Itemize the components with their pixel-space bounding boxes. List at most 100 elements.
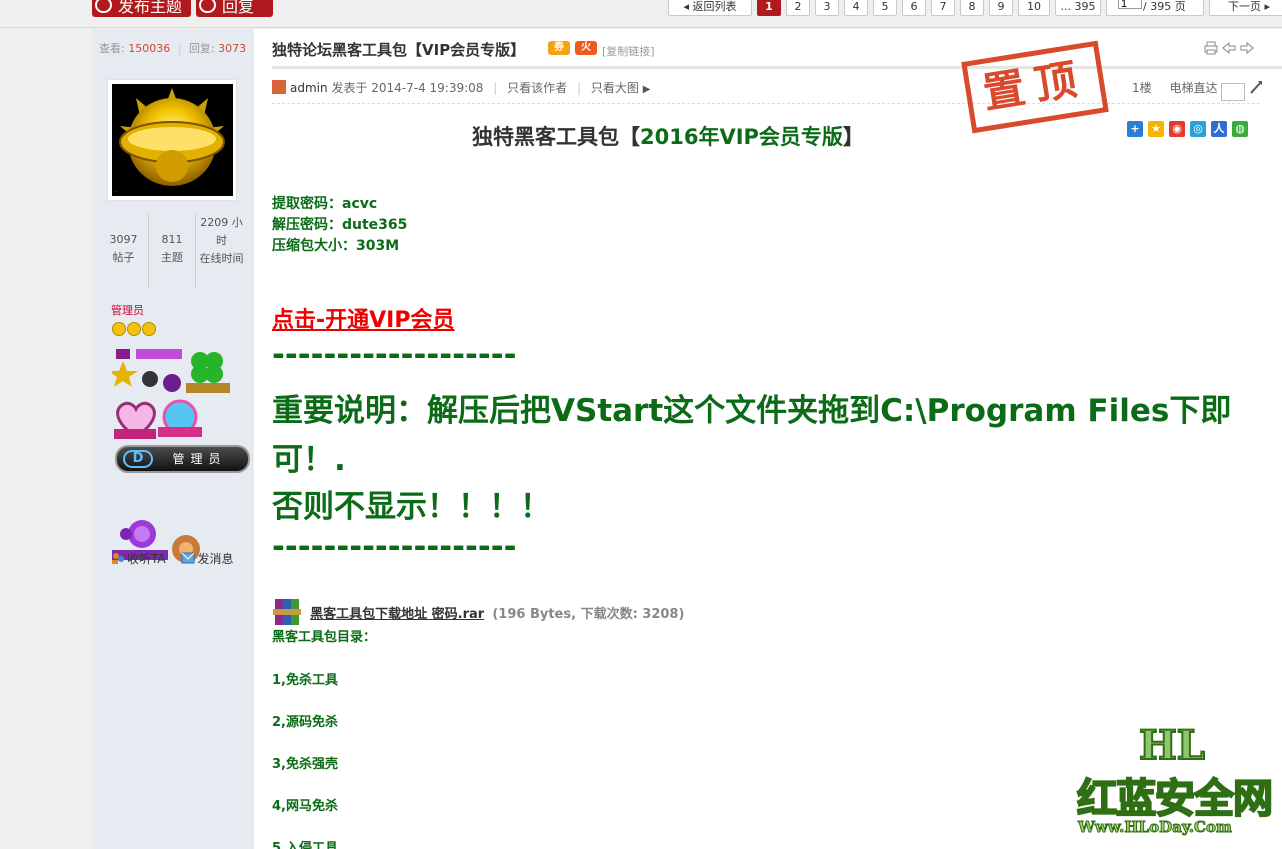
chat-bubble-icon bbox=[95, 0, 112, 13]
next-page-link[interactable]: 下一页 ▸ bbox=[1209, 0, 1282, 16]
post-meta: admin 发表于 2014-7-4 19:39:08 | 只看该作者 | 只看… bbox=[272, 79, 650, 96]
topics-label: 主题 bbox=[161, 251, 183, 264]
page-link[interactable]: 8 bbox=[960, 0, 984, 16]
online-hours: 2209 小时 bbox=[200, 216, 243, 247]
thread-stats: 查看: 150036 | 回复: 3073 bbox=[99, 40, 246, 56]
share-wechat-icon[interactable]: ◍ bbox=[1232, 121, 1248, 137]
reply-label: 回复 bbox=[222, 0, 255, 16]
follow-label: 收听TA bbox=[127, 552, 166, 566]
user-role[interactable]: 管理员 bbox=[111, 302, 144, 318]
author-name[interactable]: admin bbox=[290, 81, 328, 95]
heart-medal-icon[interactable] bbox=[112, 397, 160, 441]
page-link[interactable]: 7 bbox=[931, 0, 955, 16]
total-pages-label: / 395 页 bbox=[1143, 0, 1186, 13]
replies-label: 回复: bbox=[188, 42, 215, 55]
envelope-icon bbox=[181, 552, 195, 564]
meta-separator bbox=[272, 103, 1260, 104]
attachment-link[interactable]: 黑客工具包下载地址 密码.rar bbox=[310, 607, 484, 622]
archive-size: 压缩包大小：303M bbox=[272, 238, 400, 254]
page-link[interactable]: 4 bbox=[844, 0, 868, 16]
elevator-label: 电梯直达 bbox=[1169, 81, 1218, 95]
posts-label: 帖子 bbox=[112, 251, 135, 264]
clover-medal-icon[interactable] bbox=[186, 349, 230, 395]
smiley-icon bbox=[112, 322, 126, 336]
caret-right-icon: ▶ bbox=[642, 84, 651, 95]
badge-letter: D bbox=[123, 450, 153, 468]
next-thread-icon[interactable] bbox=[1240, 41, 1255, 55]
follow-button[interactable]: 收听TA bbox=[111, 552, 175, 566]
new-topic-button[interactable]: 发布主题 bbox=[92, 0, 191, 17]
page-link[interactable]: 3 bbox=[815, 0, 839, 16]
only-big-image-link[interactable]: 只看大图 bbox=[591, 81, 639, 95]
share-renren-icon[interactable]: 人 bbox=[1211, 121, 1227, 137]
reply-button[interactable]: 回复 bbox=[196, 0, 273, 17]
rank-stars bbox=[112, 322, 157, 340]
share-icons: + ★ ◉ ◎ 人 ◍ bbox=[1122, 121, 1248, 137]
avatar-frame: . bbox=[107, 79, 237, 201]
topics-stat[interactable]: 811 主题 bbox=[149, 214, 196, 288]
page-link[interactable]: 10 bbox=[1018, 0, 1050, 16]
catalog-item: 3,免杀强壳 bbox=[272, 757, 338, 772]
back-to-list-link[interactable]: ◂ 返回列表 bbox=[668, 0, 752, 16]
avatar[interactable]: . bbox=[112, 84, 233, 196]
vip-signup-link[interactable]: 点击-开通VIP会员 bbox=[272, 302, 454, 334]
catalog: 黑客工具包目录： 1,免杀工具 2,源码免杀 3,免杀强壳 4,网马免杀 5,入… bbox=[272, 629, 376, 849]
replies-count: 3073 bbox=[218, 42, 247, 55]
page-link[interactable]: 2 bbox=[786, 0, 810, 16]
last-page-link[interactable]: ... 395 bbox=[1055, 0, 1101, 16]
floor-jump-input[interactable] bbox=[1221, 82, 1246, 101]
previous-thread-icon[interactable] bbox=[1222, 41, 1236, 55]
go-icon[interactable] bbox=[1249, 80, 1263, 94]
page-link[interactable]: 6 bbox=[902, 0, 926, 16]
hot-icon: 火 bbox=[575, 41, 597, 55]
floor-number[interactable]: 1楼 bbox=[1132, 81, 1152, 95]
copy-link[interactable]: [复制链接] bbox=[602, 43, 655, 59]
stats-divider: | bbox=[177, 42, 182, 55]
extract-password: 提取密码：acvc bbox=[272, 196, 378, 212]
attachment-meta: (196 Bytes, 下载次数: 3208) bbox=[492, 607, 685, 622]
meta-divider: | bbox=[576, 81, 582, 95]
only-author-link[interactable]: 只看该作者 bbox=[507, 81, 567, 95]
thread-title: 独特论坛黑客工具包【VIP会员专版】 bbox=[272, 41, 526, 59]
rar-archive-icon bbox=[273, 599, 301, 625]
site-watermark: HL 红蓝安全网 Www.HLoDay.Com bbox=[1075, 721, 1282, 849]
watermark-hl: HL bbox=[1138, 721, 1206, 770]
page-link[interactable]: 9 bbox=[989, 0, 1013, 16]
share-weibo-icon[interactable]: ◉ bbox=[1169, 121, 1185, 137]
share-more-icon[interactable]: + bbox=[1127, 121, 1143, 137]
views-count: 150036 bbox=[128, 42, 171, 55]
online-time-stat: 2209 小时 在线时间 bbox=[196, 214, 247, 288]
message-button[interactable]: 发消息 bbox=[181, 552, 239, 566]
notice-line: 可！. bbox=[272, 442, 346, 478]
new-topic-label: 发布主题 bbox=[118, 0, 183, 16]
views-label: 查看: bbox=[99, 42, 125, 55]
post-time: 发表于 2014-7-4 19:39:08 bbox=[331, 81, 484, 95]
smiley-icon bbox=[142, 322, 156, 336]
bubble-medal-icon[interactable] bbox=[158, 397, 202, 441]
dash-line: ------------------- bbox=[272, 337, 517, 373]
page-jump-input[interactable] bbox=[1118, 0, 1142, 9]
heading-suffix: 】 bbox=[842, 125, 864, 149]
print-icon[interactable] bbox=[1204, 41, 1218, 55]
page-link-current[interactable]: 1 bbox=[757, 0, 781, 16]
page-link[interactable]: 5 bbox=[873, 0, 897, 16]
top-toolbar: 发布主题 回复 ◂ 返回列表 1 2 3 4 5 6 7 8 9 10 ... … bbox=[0, 0, 1282, 28]
meta-divider: | bbox=[493, 81, 498, 95]
post-heading: 独特黑客工具包【2016年VIP会员专版】 bbox=[472, 121, 864, 151]
share-tencent-weibo-icon[interactable]: ◎ bbox=[1190, 121, 1206, 137]
posts-count: 3097 bbox=[109, 233, 138, 246]
gold-badge-icon: . bbox=[116, 88, 225, 194]
catalog-item: 1,免杀工具 bbox=[272, 673, 338, 688]
catalog-item: 4,网马免杀 bbox=[272, 799, 338, 814]
title-divider bbox=[272, 66, 1282, 69]
attachment: 黑客工具包下载地址 密码.rar (196 Bytes, 下载次数: 3208) bbox=[272, 597, 684, 627]
star-medal-icon[interactable] bbox=[112, 349, 186, 395]
ticket-icon: 券 bbox=[548, 41, 570, 55]
share-qzone-icon[interactable]: ★ bbox=[1148, 121, 1164, 137]
unzip-password: 解压密码：dute365 bbox=[272, 217, 408, 233]
admin-group-badge: D 管理员 bbox=[115, 445, 250, 473]
catalog-item: 5,入侵工具 bbox=[272, 841, 338, 849]
notice-line: 否则不显示！！！！ bbox=[272, 489, 551, 525]
posts-stat[interactable]: 3097 帖子 bbox=[99, 214, 149, 288]
reply-icon bbox=[199, 0, 216, 13]
